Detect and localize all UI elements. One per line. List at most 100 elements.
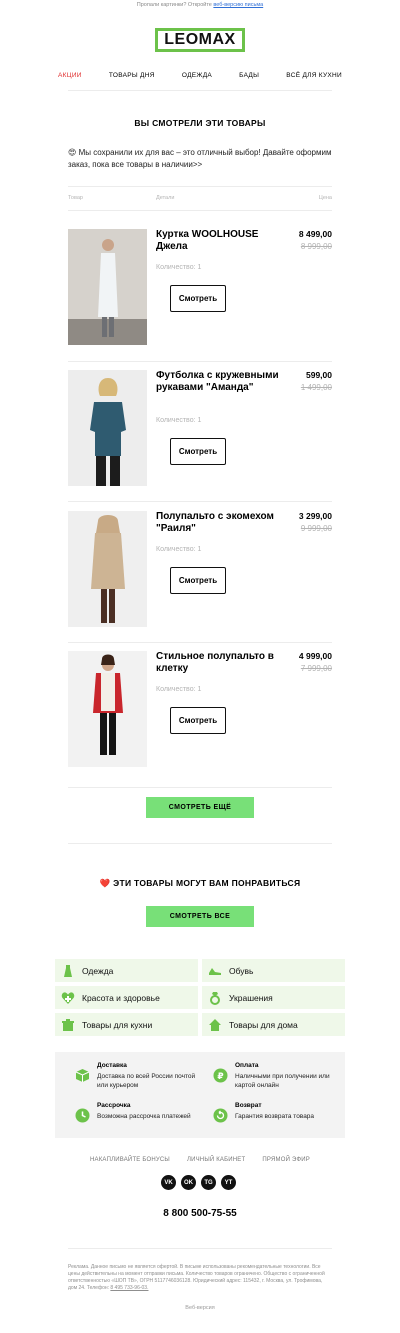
youtube-icon[interactable]: YT xyxy=(221,1175,236,1190)
see-more-button[interactable]: СМОТРЕТЬ ЕЩЁ xyxy=(146,797,254,818)
info-text: Возможна рассрочка платежей xyxy=(97,1113,191,1120)
product-price: 599,00 xyxy=(306,370,332,380)
product-old-price: 9 999,00 xyxy=(300,524,332,533)
divider xyxy=(68,787,332,788)
phone-number[interactable]: 8 800 500-75-55 xyxy=(0,1208,400,1219)
product-image[interactable] xyxy=(68,370,147,486)
footer-links: НАКАПЛИВАЙТЕ БОНУСЫ ЛИЧНЫЙ КАБИНЕТ ПРЯМО… xyxy=(90,1157,310,1163)
category-label: Красота и здоровье xyxy=(82,992,160,1003)
return-icon xyxy=(213,1108,228,1123)
info-text: Гарантия возврата товара xyxy=(235,1113,315,1120)
category-home[interactable]: Товары для дома xyxy=(202,1013,345,1036)
category-clothing[interactable]: Одежда xyxy=(55,959,198,982)
box-icon xyxy=(75,1069,90,1082)
view-product-button[interactable]: Смотреть xyxy=(170,707,226,734)
product-card: Полупальто с экомехом "Раиля" Количество… xyxy=(68,511,332,627)
category-label: Украшения xyxy=(229,992,273,1003)
product-name[interactable]: Футболка с кружевными рукавами "Аманда" xyxy=(156,370,284,394)
divider xyxy=(68,210,332,211)
category-shoes[interactable]: Обувь xyxy=(202,959,345,982)
product-card: Футболка с кружевными рукавами "Аманда" … xyxy=(68,370,332,486)
footer-link-bonuses[interactable]: НАКАПЛИВАЙТЕ БОНУСЫ xyxy=(90,1157,170,1163)
category-label: Товары для кухни xyxy=(82,1019,153,1030)
product-image[interactable] xyxy=(68,511,147,627)
info-text: Наличными при получении или картой онлай… xyxy=(235,1073,330,1089)
recommend-title: ❤️ ЭТИ ТОВАРЫ МОГУТ ВАМ ПОНРАВИТЬСЯ xyxy=(99,878,301,888)
column-price: Цена xyxy=(318,195,332,201)
nav-item-products-of-day[interactable]: ТОВАРЫ ДНЯ xyxy=(109,72,155,79)
category-beauty-health[interactable]: Красота и здоровье xyxy=(55,986,198,1009)
product-card: Стильное полупальто в клетку Количество:… xyxy=(68,651,332,767)
product-old-price: 1 499,00 xyxy=(300,383,332,392)
column-details: Детали xyxy=(156,195,175,201)
nav-item-supplements[interactable]: БАДЫ xyxy=(239,72,259,79)
nav-item-sales[interactable]: АКЦИИ xyxy=(58,72,82,79)
telegram-icon[interactable]: TG xyxy=(201,1175,216,1190)
viewed-intro: 😍 Мы сохранили их для вас – это отличный… xyxy=(68,148,332,169)
product-quantity: Количество: 1 xyxy=(156,686,202,693)
ring-icon xyxy=(210,991,220,1005)
house-icon xyxy=(209,1018,221,1031)
product-quantity: Количество: 1 xyxy=(156,417,202,424)
product-price: 8 499,00 xyxy=(298,229,332,239)
product-old-price: 7 999,00 xyxy=(300,664,332,673)
column-product: Товар xyxy=(68,195,83,201)
product-old-price: 8 999,00 xyxy=(300,242,332,251)
web-version-link[interactable]: веб-версию письма xyxy=(213,2,263,8)
product-quantity: Количество: 1 xyxy=(156,546,202,553)
view-product-button[interactable]: Смотреть xyxy=(170,438,226,465)
divider xyxy=(68,642,332,643)
footer-link-live[interactable]: ПРЯМОЙ ЭФИР xyxy=(262,1157,310,1163)
nav-item-clothing[interactable]: ОДЕЖДА xyxy=(182,72,212,79)
leomax-logo[interactable]: LEOMAX xyxy=(155,28,245,52)
view-product-button[interactable]: Смотреть xyxy=(170,567,226,594)
legal-body: Реклама. Данное письмо не является оферт… xyxy=(68,1264,325,1291)
see-all-button[interactable]: СМОТРЕТЬ ВСЕ xyxy=(146,906,254,927)
divider xyxy=(68,1248,332,1249)
divider xyxy=(68,186,332,187)
product-quantity: Количество: 1 xyxy=(156,264,202,271)
category-kitchen[interactable]: Товары для кухни xyxy=(55,1013,198,1036)
info-title: Рассрочка xyxy=(97,1102,131,1109)
product-name[interactable]: Стильное полупальто в клетку xyxy=(156,651,284,675)
heart-plus-icon xyxy=(61,991,75,1004)
dress-icon xyxy=(64,964,72,977)
product-image[interactable] xyxy=(68,229,147,345)
view-product-button[interactable]: Смотреть xyxy=(170,285,226,312)
category-grid: Одежда Обувь Красота и здоровье Украшени… xyxy=(55,959,345,1036)
shoe-icon xyxy=(209,967,221,975)
service-info: Доставка Доставка по всей России почтой … xyxy=(55,1052,345,1138)
product-price: 4 999,00 xyxy=(298,651,332,661)
category-label: Обувь xyxy=(229,965,254,976)
odnoklassniki-icon[interactable]: OK xyxy=(181,1175,196,1190)
info-title: Возврат xyxy=(235,1102,262,1109)
web-version-footer-link[interactable]: Веб-версия xyxy=(0,1305,400,1311)
category-jewelry[interactable]: Украшения xyxy=(202,986,345,1009)
divider xyxy=(68,361,332,362)
divider xyxy=(68,501,332,502)
info-title: Доставка xyxy=(97,1062,127,1069)
vk-icon[interactable]: VK xyxy=(161,1175,176,1190)
divider xyxy=(68,90,332,91)
nav-item-kitchen[interactable]: ВСЁ ДЛЯ КУХНИ xyxy=(286,72,342,79)
footer-link-account[interactable]: ЛИЧНЫЙ КАБИНЕТ xyxy=(187,1157,245,1163)
pot-icon xyxy=(62,1018,74,1031)
top-nav: АКЦИИ ТОВАРЫ ДНЯ ОДЕЖДА БАДЫ ВСЁ ДЛЯ КУХ… xyxy=(58,72,342,79)
viewed-title: ВЫ СМОТРЕЛИ ЭТИ ТОВАРЫ xyxy=(134,118,266,128)
ruble-icon: ₽ xyxy=(213,1068,228,1083)
product-image[interactable] xyxy=(68,651,147,767)
product-price: 3 299,00 xyxy=(298,511,332,521)
legal-phone-link[interactable]: 8 495 733-96-03. xyxy=(110,1285,148,1291)
svg-text:₽: ₽ xyxy=(217,1072,223,1082)
legal-text: Реклама. Данное письмо не является оферт… xyxy=(68,1264,332,1292)
product-card: Куртка WOOLHOUSE Джела Количество: 1 8 4… xyxy=(68,229,332,345)
category-label: Товары для дома xyxy=(229,1019,298,1030)
category-label: Одежда xyxy=(82,965,114,976)
divider xyxy=(68,843,332,844)
social-links: VK OK TG YT xyxy=(161,1175,236,1190)
product-name[interactable]: Куртка WOOLHOUSE Джела xyxy=(156,229,284,253)
preheader: Пропали картинки? Откройте веб-версию пи… xyxy=(0,2,400,8)
product-name[interactable]: Полупальто с экомехом "Раиля" xyxy=(156,511,284,535)
info-text: Доставка по всей России почтой или курье… xyxy=(97,1073,196,1089)
clock-icon xyxy=(75,1108,90,1123)
